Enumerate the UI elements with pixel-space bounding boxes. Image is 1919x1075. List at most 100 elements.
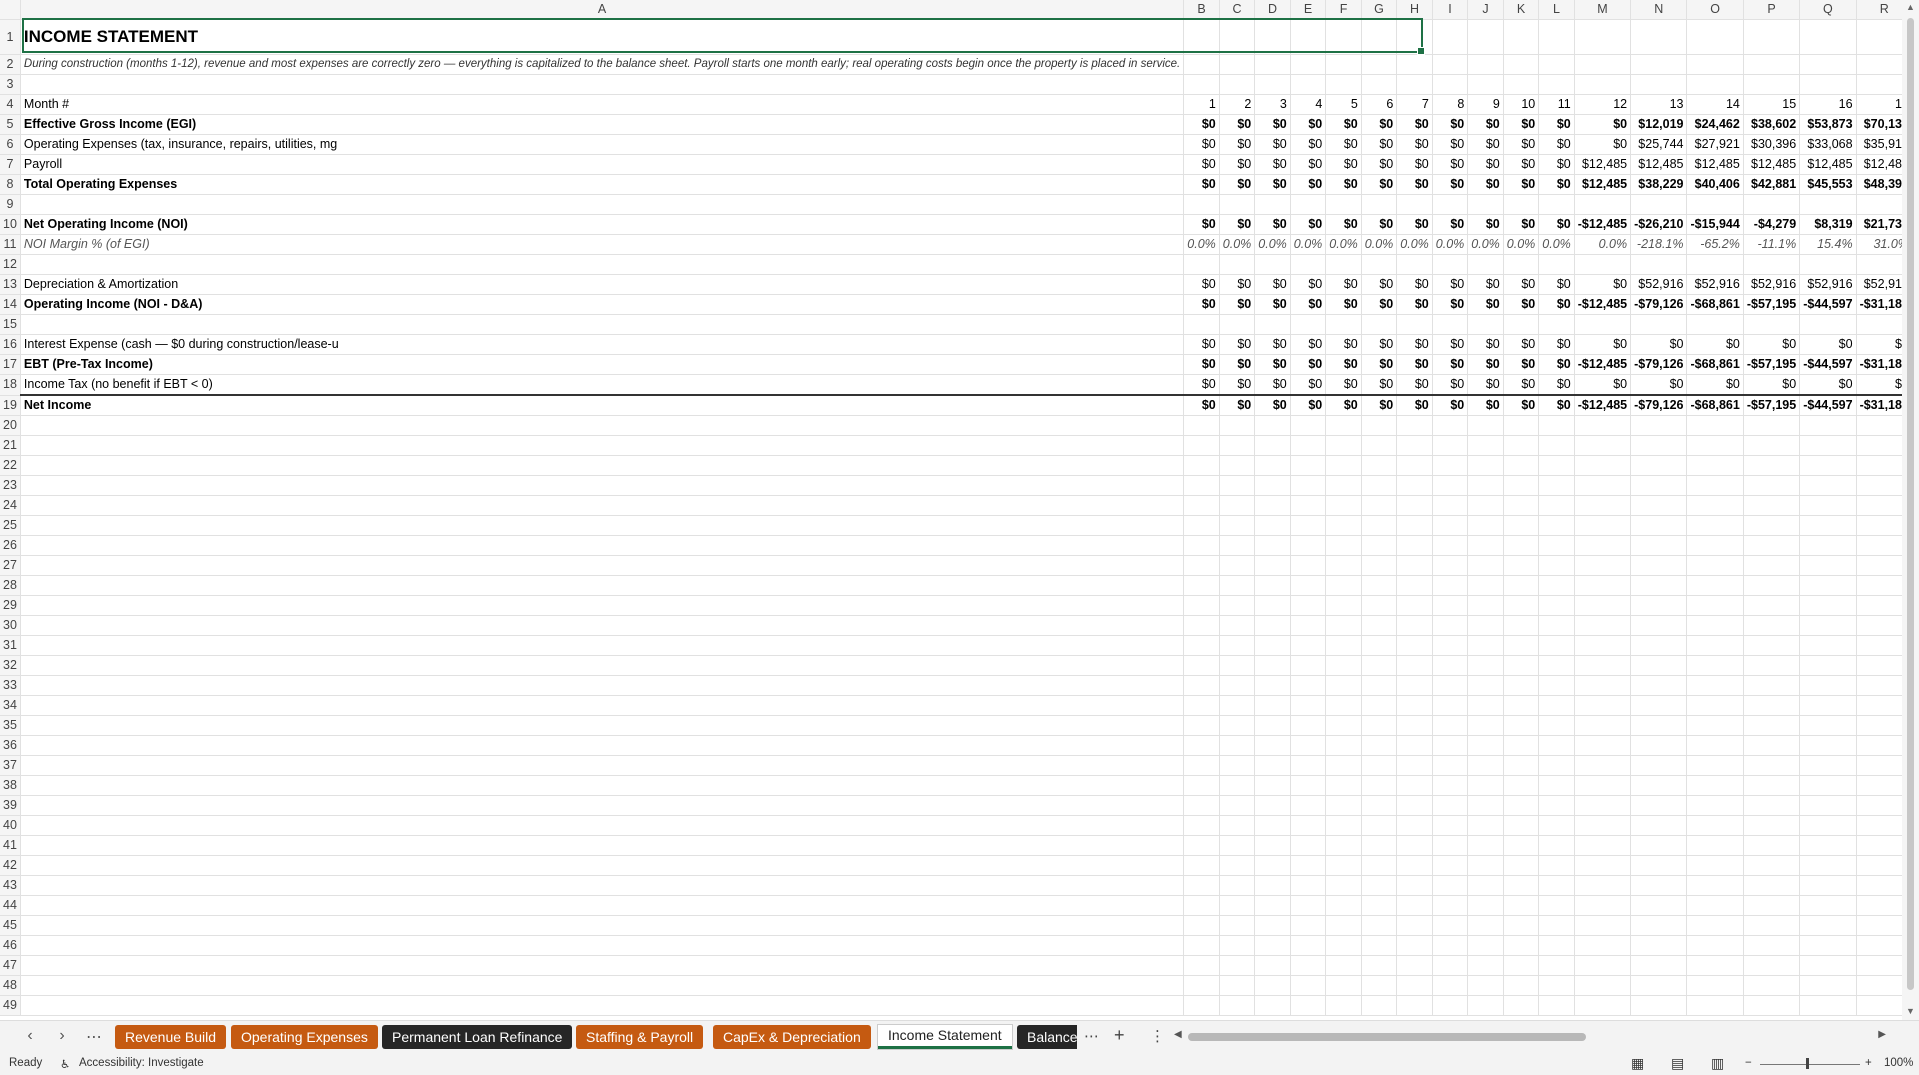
cell[interactable]: $40,406	[1686, 174, 1744, 195]
cell[interactable]	[1503, 595, 1540, 616]
cell[interactable]: $0	[1503, 334, 1540, 355]
zoom-out-icon[interactable]: −	[1745, 1057, 1752, 1069]
cell[interactable]	[1432, 415, 1469, 436]
cell[interactable]: $0	[1503, 154, 1540, 175]
cell[interactable]: 14	[1686, 94, 1744, 115]
cell[interactable]	[1743, 895, 1801, 916]
cell[interactable]	[1538, 795, 1575, 816]
cell[interactable]	[1686, 615, 1744, 636]
row-header[interactable]: 40	[0, 815, 21, 836]
column-header-m[interactable]: M	[1574, 0, 1632, 20]
cell[interactable]	[1630, 775, 1688, 796]
row-label-cell[interactable]	[20, 975, 1185, 996]
cell[interactable]: $0	[1183, 334, 1220, 355]
row-label-cell[interactable]	[20, 935, 1185, 956]
cell[interactable]	[1574, 875, 1632, 896]
cell[interactable]	[1503, 935, 1540, 956]
cell[interactable]	[1290, 815, 1327, 836]
cell[interactable]	[1290, 575, 1327, 596]
cell[interactable]	[1361, 254, 1398, 275]
cell[interactable]	[1361, 955, 1398, 976]
cell[interactable]	[1290, 515, 1327, 536]
cell[interactable]: $42,881	[1743, 174, 1801, 195]
cell[interactable]	[1325, 995, 1362, 1016]
page-break-view-icon[interactable]: ▥	[1711, 1055, 1724, 1072]
cell[interactable]	[1686, 635, 1744, 656]
cell[interactable]: $0	[1254, 354, 1291, 375]
row-header[interactable]: 19	[0, 395, 21, 416]
cell[interactable]	[1743, 995, 1801, 1016]
cell[interactable]: $0	[1290, 274, 1327, 295]
cell[interactable]: 2	[1219, 94, 1256, 115]
cell[interactable]	[1799, 715, 1857, 736]
cell[interactable]: $0	[1630, 374, 1688, 396]
cell[interactable]	[1538, 735, 1575, 756]
cell[interactable]	[1503, 435, 1540, 456]
column-header-c[interactable]: C	[1219, 0, 1256, 20]
cell[interactable]: $0	[1432, 334, 1469, 355]
cell[interactable]	[1325, 575, 1362, 596]
cell[interactable]	[1467, 895, 1504, 916]
cell[interactable]	[1686, 875, 1744, 896]
cell[interactable]	[1799, 575, 1857, 596]
cell[interactable]	[1254, 815, 1291, 836]
cell[interactable]	[1254, 835, 1291, 856]
cell[interactable]: $12,485	[1743, 154, 1801, 175]
cell[interactable]	[1503, 555, 1540, 576]
cell[interactable]	[1254, 855, 1291, 876]
cell[interactable]	[1630, 415, 1688, 436]
row-header[interactable]: 11	[0, 234, 21, 255]
cell[interactable]: $12,485	[1574, 154, 1632, 175]
cell[interactable]: -$44,597	[1799, 294, 1857, 315]
cell[interactable]: 0.0%	[1254, 234, 1291, 255]
cell[interactable]	[1743, 194, 1801, 215]
cell[interactable]	[1432, 775, 1469, 796]
cell[interactable]	[1503, 875, 1540, 896]
cell[interactable]	[1254, 515, 1291, 536]
row-header[interactable]: 7	[0, 154, 21, 175]
cell[interactable]	[1219, 495, 1256, 516]
cell[interactable]	[1467, 535, 1504, 556]
cell[interactable]: $0	[1361, 374, 1398, 396]
row-header[interactable]: 20	[0, 415, 21, 436]
row-header[interactable]: 5	[0, 114, 21, 135]
cell[interactable]	[1743, 935, 1801, 956]
cell[interactable]	[1574, 595, 1632, 616]
cell[interactable]	[1538, 655, 1575, 676]
cell[interactable]	[1396, 875, 1433, 896]
cell[interactable]	[1574, 775, 1632, 796]
cell[interactable]	[1183, 895, 1220, 916]
row-header[interactable]: 43	[0, 875, 21, 896]
row-label-cell[interactable]	[20, 775, 1185, 796]
cell[interactable]: $0	[1538, 334, 1575, 355]
sheet-tab-permanent-loan-refinance[interactable]: Permanent Loan Refinance	[382, 1025, 573, 1049]
cell[interactable]	[1538, 935, 1575, 956]
cell[interactable]	[1630, 755, 1688, 776]
cell[interactable]	[1290, 54, 1327, 75]
cell[interactable]	[1361, 655, 1398, 676]
row-header[interactable]: 33	[0, 675, 21, 696]
cell[interactable]	[1325, 415, 1362, 436]
cell[interactable]	[1396, 715, 1433, 736]
cell[interactable]: $0	[1396, 294, 1433, 315]
cell[interactable]	[1361, 194, 1398, 215]
column-header-i[interactable]: I	[1432, 0, 1469, 20]
cell[interactable]	[1686, 815, 1744, 836]
cell[interactable]	[1686, 695, 1744, 716]
cell[interactable]	[1686, 735, 1744, 756]
cell[interactable]: $12,485	[1630, 154, 1688, 175]
cell[interactable]	[1290, 675, 1327, 696]
more-sheets-icon[interactable]: ⋯	[1084, 1027, 1099, 1045]
cell[interactable]	[1503, 755, 1540, 776]
cell[interactable]: $45,553	[1799, 174, 1857, 195]
cell[interactable]	[1183, 655, 1220, 676]
cell[interactable]	[1574, 475, 1632, 496]
cell[interactable]	[1183, 555, 1220, 576]
cell[interactable]	[1432, 555, 1469, 576]
cell[interactable]: $24,462	[1686, 114, 1744, 135]
cell[interactable]	[1630, 595, 1688, 616]
cell[interactable]	[1630, 19, 1688, 55]
cell[interactable]	[1219, 515, 1256, 536]
cell[interactable]	[1254, 735, 1291, 756]
cell[interactable]	[1538, 875, 1575, 896]
